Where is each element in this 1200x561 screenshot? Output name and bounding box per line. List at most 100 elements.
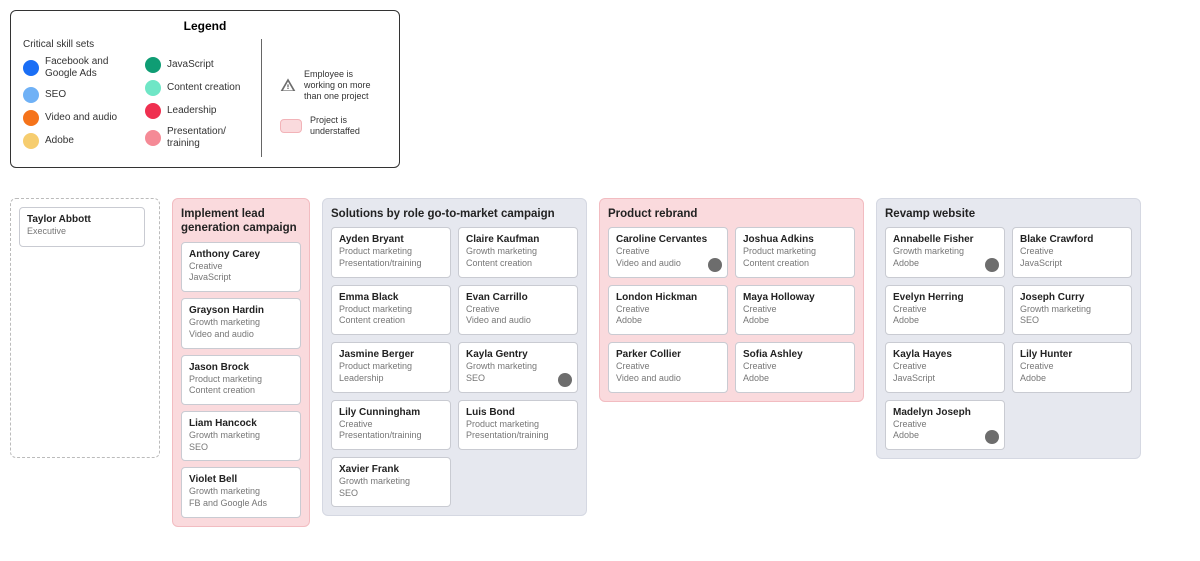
person-skill: JavaScript: [1020, 258, 1124, 270]
legend: Legend Critical skill sets Facebook and …: [10, 10, 400, 168]
person-skill: Adobe: [893, 258, 997, 270]
person-skill: Adobe: [616, 315, 720, 327]
card-list: Ayden BryantProduct marketingPresentatio…: [331, 227, 578, 507]
legend-skill-row: Facebook and Google Ads: [23, 56, 125, 80]
person-role: Growth marketing: [189, 430, 293, 442]
person-card[interactable]: Jasmine BergerProduct marketingLeadershi…: [331, 342, 451, 392]
card-list: Annabelle FisherGrowth marketingAdobeBla…: [885, 227, 1132, 450]
person-role: Product marketing: [339, 304, 443, 316]
person-card[interactable]: Joshua AdkinsProduct marketingContent cr…: [735, 227, 855, 277]
person-card[interactable]: Kayla HayesCreativeJavaScript: [885, 342, 1005, 392]
multi-project-badge: [708, 258, 722, 272]
person-name: Evelyn Herring: [893, 291, 997, 304]
person-name: Maya Holloway: [743, 291, 847, 304]
project-group[interactable]: Revamp website Annabelle FisherGrowth mar…: [876, 198, 1141, 459]
person-skill: Presentation/training: [339, 430, 443, 442]
card-list: Caroline CervantesCreativeVideo and audi…: [608, 227, 855, 392]
person-card[interactable]: Lily HunterCreativeAdobe: [1012, 342, 1132, 392]
person-skill: Video and audio: [616, 258, 720, 270]
person-card[interactable]: Joseph CurryGrowth marketingSEO: [1012, 285, 1132, 335]
person-card[interactable]: Emma BlackProduct marketingContent creat…: [331, 285, 451, 335]
person-skill: Adobe: [743, 373, 847, 385]
skill-dot: [145, 80, 161, 96]
project-title: Revamp website: [885, 207, 1132, 221]
person-role: Creative: [339, 419, 443, 431]
person-role: Creative: [893, 419, 997, 431]
person-role: Growth marketing: [189, 486, 293, 498]
person-skill: Video and audio: [466, 315, 570, 327]
person-card[interactable]: Maya HollowayCreativeAdobe: [735, 285, 855, 335]
person-role: Product marketing: [339, 246, 443, 258]
multi-project-badge: [985, 430, 999, 444]
person-card[interactable]: Xavier FrankGrowth marketingSEO: [331, 457, 451, 507]
legend-skill-row: JavaScript: [145, 57, 247, 73]
unassigned-group[interactable]: Taylor AbbottExecutive: [10, 198, 160, 458]
person-role: Growth marketing: [893, 246, 997, 258]
person-name: Sofia Ashley: [743, 348, 847, 361]
skill-dot: [23, 60, 39, 76]
person-name: Madelyn Joseph: [893, 406, 997, 419]
person-card[interactable]: London HickmanCreativeAdobe: [608, 285, 728, 335]
person-role: Creative: [743, 361, 847, 373]
skill-dot: [23, 133, 39, 149]
project-group[interactable]: Solutions by role go-to-market campaignA…: [322, 198, 587, 516]
project-group[interactable]: Implement lead generation campaignAnthon…: [172, 198, 310, 527]
legend-skill-row: Video and audio: [23, 110, 125, 126]
person-role: Creative: [1020, 246, 1124, 258]
person-role: Product marketing: [189, 374, 293, 386]
person-card[interactable]: Grayson HardinGrowth marketingVideo and …: [181, 298, 301, 348]
person-card[interactable]: Sofia AshleyCreativeAdobe: [735, 342, 855, 392]
person-card[interactable]: Kayla GentryGrowth marketingSEO: [458, 342, 578, 392]
person-role: Growth marketing: [466, 246, 570, 258]
skill-dot: [145, 57, 161, 73]
person-card[interactable]: Madelyn JosephCreativeAdobe: [885, 400, 1005, 450]
person-skill: Adobe: [1020, 373, 1124, 385]
person-card[interactable]: Taylor AbbottExecutive: [19, 207, 145, 247]
person-card[interactable]: Blake CrawfordCreativeJavaScript: [1012, 227, 1132, 277]
person-role: Product marketing: [743, 246, 847, 258]
person-card[interactable]: Claire KaufmanGrowth marketingContent cr…: [458, 227, 578, 277]
person-name: Jason Brock: [189, 361, 293, 374]
skill-label: Adobe: [45, 135, 74, 147]
person-card[interactable]: Violet BellGrowth marketingFB and Google…: [181, 467, 301, 517]
person-card[interactable]: Anthony CareyCreativeJavaScript: [181, 242, 301, 292]
multi-project-badge: [985, 258, 999, 272]
skill-dot: [145, 130, 161, 146]
person-role: Creative: [189, 261, 293, 273]
person-name: Blake Crawford: [1020, 233, 1124, 246]
skill-label: Presentation/ training: [167, 126, 247, 150]
person-card[interactable]: Ayden BryantProduct marketingPresentatio…: [331, 227, 451, 277]
person-name: Xavier Frank: [339, 463, 443, 476]
person-skill: SEO: [189, 442, 293, 454]
person-card[interactable]: Luis BondProduct marketingPresentation/t…: [458, 400, 578, 450]
legend-skill-row: Presentation/ training: [145, 126, 247, 150]
person-card[interactable]: Evan CarrilloCreativeVideo and audio: [458, 285, 578, 335]
person-name: Kayla Hayes: [893, 348, 997, 361]
person-name: Joshua Adkins: [743, 233, 847, 246]
person-skill: Content creation: [189, 385, 293, 397]
person-card[interactable]: Jason BrockProduct marketingContent crea…: [181, 355, 301, 405]
person-card[interactable]: Evelyn HerringCreativeAdobe: [885, 285, 1005, 335]
person-role: Creative: [893, 304, 997, 316]
person-skill: JavaScript: [189, 272, 293, 284]
person-name: Emma Black: [339, 291, 443, 304]
project-group[interactable]: Product rebrandCaroline CervantesCreativ…: [599, 198, 864, 402]
legend-skill-row: Content creation: [145, 80, 247, 96]
person-skill: JavaScript: [893, 373, 997, 385]
person-card[interactable]: Lily CunninghamCreativePresentation/trai…: [331, 400, 451, 450]
person-card[interactable]: Caroline CervantesCreativeVideo and audi…: [608, 227, 728, 277]
person-role: Executive: [27, 226, 137, 238]
legend-skill-row: Adobe: [23, 133, 125, 149]
skill-label: Content creation: [167, 82, 240, 94]
card-list: Anthony CareyCreativeJavaScript Grayson H…: [181, 242, 301, 518]
person-role: Growth marketing: [339, 476, 443, 488]
person-name: London Hickman: [616, 291, 720, 304]
skill-label: SEO: [45, 89, 66, 101]
person-role: Growth marketing: [189, 317, 293, 329]
person-name: Liam Hancock: [189, 417, 293, 430]
person-role: Growth marketing: [1020, 304, 1124, 316]
person-card[interactable]: Annabelle FisherGrowth marketingAdobe: [885, 227, 1005, 277]
person-card[interactable]: Liam HancockGrowth marketingSEO: [181, 411, 301, 461]
person-skill: SEO: [339, 488, 443, 500]
person-card[interactable]: Parker CollierCreativeVideo and audio: [608, 342, 728, 392]
